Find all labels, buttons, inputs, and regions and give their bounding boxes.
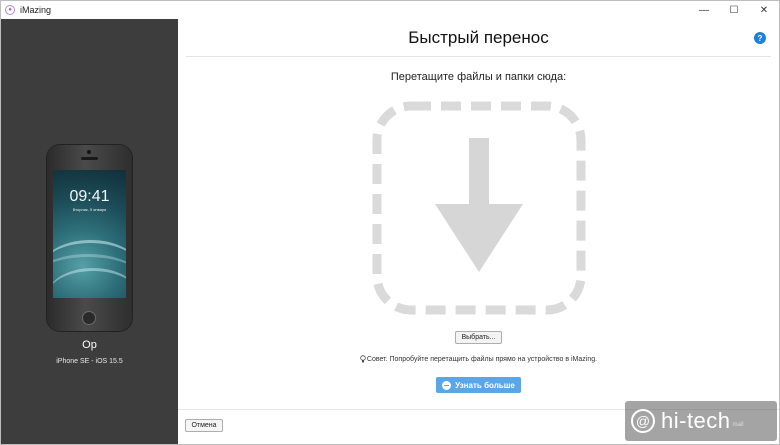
- device-name: Op: [82, 339, 97, 351]
- lock-screen-date: Вторник, 9 января: [72, 207, 107, 212]
- learn-more-button[interactable]: Узнать больше: [436, 377, 521, 393]
- drop-zone[interactable]: [371, 100, 587, 316]
- window-controls: — ☐ ✕: [689, 1, 779, 19]
- watermark-text: hi-tech: [661, 408, 731, 433]
- chat-bubble-icon: [442, 380, 452, 390]
- tip-text: Совет. Попробуйте перетащить файлы прямо…: [366, 355, 598, 363]
- minimize-button[interactable]: —: [689, 1, 719, 19]
- tip-row: Совет. Попробуйте перетащить файлы прямо…: [178, 355, 779, 363]
- close-button[interactable]: ✕: [749, 1, 779, 19]
- phone-earpiece: [81, 157, 98, 160]
- at-sign-icon: @: [631, 409, 655, 433]
- phone-lock-screen: 09:41 Вторник, 9 января: [53, 170, 126, 298]
- phone-camera: [87, 150, 91, 154]
- quick-transfer-panel: Быстрый перенос ? Перетащите файлы и пап…: [178, 19, 779, 444]
- device-model: iPhone SE - iOS 15.5: [56, 358, 123, 365]
- app-window: ● iMazing — ☐ ✕ 09:41 Вторник, 9 января …: [0, 0, 780, 445]
- phone-home-button: [82, 311, 96, 325]
- imazing-logo-icon: ●: [5, 5, 15, 15]
- maximize-button[interactable]: ☐: [719, 1, 749, 19]
- help-icon[interactable]: ?: [754, 32, 766, 44]
- lock-screen-time: 09:41: [69, 188, 110, 205]
- learn-more-label: Узнать больше: [455, 380, 515, 390]
- page-title: Быстрый перенос: [408, 28, 549, 47]
- watermark-logo: @ hi-tech mail: [625, 401, 777, 441]
- device-sidebar: 09:41 Вторник, 9 января Op iPhone SE - i…: [1, 19, 178, 444]
- cancel-button[interactable]: Отмена: [185, 419, 223, 432]
- title-bar: ● iMazing — ☐ ✕: [1, 1, 779, 19]
- divider: [186, 56, 771, 57]
- window-title: iMazing: [20, 5, 52, 15]
- device-image: 09:41 Вторник, 9 января: [47, 145, 132, 331]
- lightbulb-icon: [360, 355, 366, 363]
- choose-button[interactable]: Выбрать...: [455, 331, 502, 344]
- drop-heading: Перетащите файлы и папки сюда:: [390, 71, 567, 83]
- watermark-sub: mail: [732, 422, 744, 428]
- arrow-down-icon: [435, 138, 523, 272]
